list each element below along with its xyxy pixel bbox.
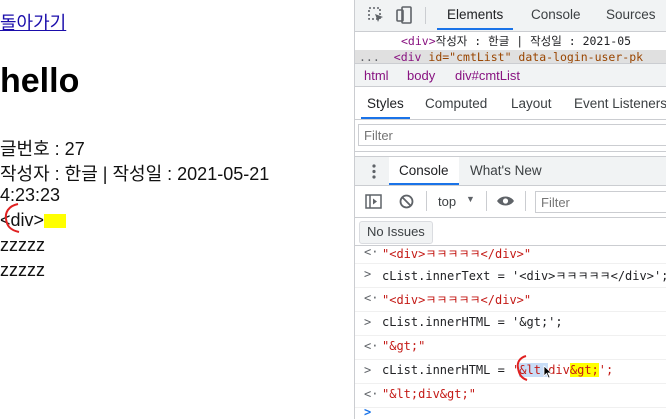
breadcrumb-body[interactable]: body (407, 68, 435, 83)
result-arrow-icon: <· (364, 291, 379, 305)
breadcrumb: html body div#cmtList (355, 63, 666, 87)
device-toolbar-icon[interactable] (395, 6, 413, 24)
drawer-tab-whats-new[interactable]: What's New (470, 157, 542, 185)
tab-console[interactable]: Console (531, 0, 581, 30)
prompt-chevron-icon: > (364, 406, 372, 419)
console-result: <· "&lt;div&gt;" (355, 384, 666, 408)
sidebar-toggle-icon[interactable] (365, 194, 382, 209)
console-result: <· "<div>ㅋㅋㅋㅋㅋ</div>" (355, 242, 666, 264)
tab-styles[interactable]: Styles (361, 87, 410, 119)
result-arrow-icon: <· (364, 339, 379, 353)
console-prompt[interactable]: > (355, 406, 666, 419)
console-filter-input[interactable] (535, 191, 666, 213)
text-highlight (44, 214, 67, 229)
input-chevron-icon: > (364, 315, 372, 329)
clear-console-icon[interactable] (399, 194, 414, 209)
list-item: zzzzz (0, 260, 45, 280)
drawer-menu-icon[interactable] (372, 164, 376, 179)
context-select[interactable]: top (438, 194, 456, 209)
chevron-down-icon[interactable]: ▼ (466, 194, 475, 204)
console-input[interactable]: > cList.innerHTML = '&lt;div&gt;'; (355, 360, 666, 384)
page-title: hello (0, 62, 80, 100)
author-line: 작성자 : 한글 | 작성일 : 2021-05-21 (0, 164, 270, 184)
styles-tabbar: Styles Computed Layout Event Listeners (355, 87, 666, 120)
console-result: <· "<div>ㅋㅋㅋㅋㅋ</div>" (355, 288, 666, 312)
tab-computed[interactable]: Computed (425, 87, 487, 119)
tab-elements[interactable]: Elements (437, 0, 514, 30)
result-arrow-icon: <· (364, 245, 379, 259)
highlighted-text: &gt; (569, 363, 599, 377)
console-result: <· "&gt;" (355, 336, 666, 360)
comment-row: <div> (0, 210, 67, 231)
post-time: 4:23:23 (0, 185, 61, 205)
dom-node[interactable]: <div>작성자 : 한글 | 작성일 : 2021-05 (401, 33, 631, 49)
dom-node-selected[interactable]: ... <div id="cmtList" data-login-user-pk (355, 50, 666, 64)
console-toolbar: top ▼ (355, 186, 666, 218)
inspect-element-icon[interactable] (367, 6, 385, 24)
input-chevron-icon: > (364, 363, 372, 377)
tab-event-listeners[interactable]: Event Listeners (574, 87, 666, 119)
list-item: zzzzz (0, 235, 45, 255)
drawer-tab-console[interactable]: Console (389, 157, 459, 185)
devtools-panel: Elements Console Sources <div>작성자 : 한글 |… (354, 0, 666, 419)
drawer-tabbar: Console What's New (355, 156, 666, 186)
issues-button[interactable]: No Issues (359, 221, 433, 244)
selected-text: &lt; (519, 363, 549, 377)
breadcrumb-html[interactable]: html (364, 68, 389, 83)
input-chevron-icon: > (364, 267, 372, 281)
live-expression-eye-icon[interactable] (496, 195, 515, 207)
tab-sources[interactable]: Sources (606, 0, 656, 30)
console-input[interactable]: > cList.innerHTML = '&gt;'; (355, 312, 666, 336)
console-log: <· "<div>ㅋㅋㅋㅋㅋ</div>" > cList.innerText … (355, 245, 666, 419)
elements-tree: <div>작성자 : 한글 | 작성일 : 2021-05 ... <div id… (355, 31, 666, 64)
breadcrumb-div-cmtlist[interactable]: div#cmtList (455, 68, 520, 83)
styles-filter-row (355, 120, 666, 152)
console-input[interactable]: > cList.innerText = '<div>ㅋㅋㅋㅋㅋ</div>'; (355, 264, 666, 288)
tab-layout[interactable]: Layout (511, 87, 552, 119)
styles-filter-input[interactable] (358, 124, 666, 146)
result-arrow-icon: <· (364, 387, 379, 401)
comment-text: <div> (0, 210, 45, 230)
back-link[interactable]: 돌아가기 (0, 9, 66, 35)
devtools-toolbar: Elements Console Sources (355, 0, 666, 32)
rendered-page: 돌아가기 hello 글번호 : 27 작성자 : 한글 | 작성일 : 202… (0, 0, 354, 419)
post-number: 글번호 : 27 (0, 139, 85, 159)
